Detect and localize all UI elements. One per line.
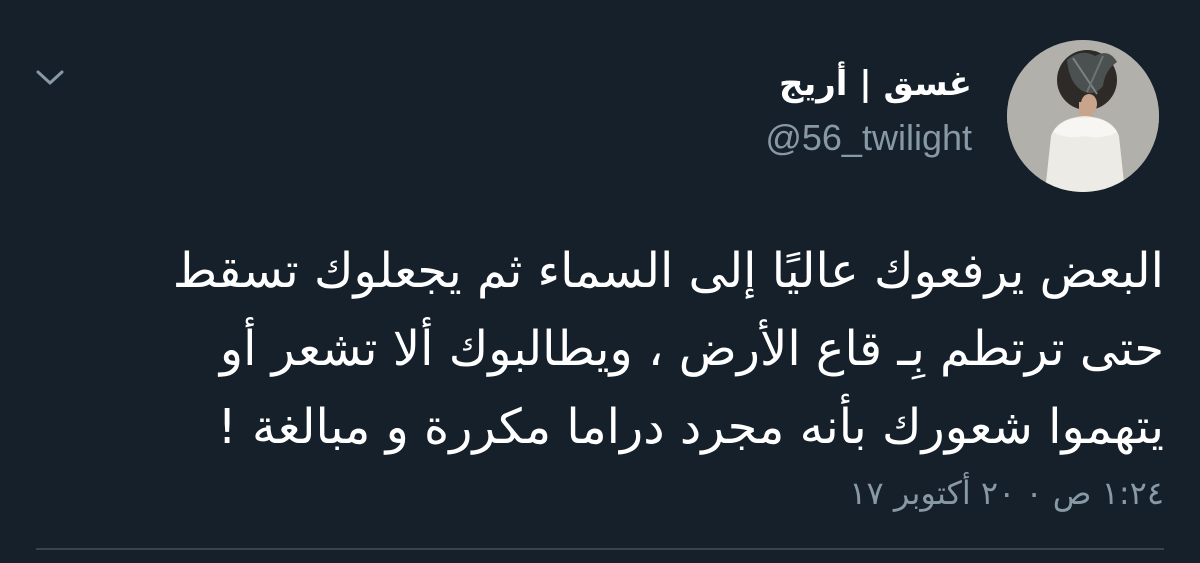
tweet-text-line: يتهموا شعورك بأنه مجرد دراما مكررة و مبا… bbox=[217, 399, 1164, 455]
tweet-text: البعض يرفعوك عاليًا إلى السماء ثم يجعلوك… bbox=[44, 232, 1164, 466]
author-display-name[interactable]: غسق | أريج bbox=[779, 64, 972, 105]
avatar[interactable] bbox=[1007, 40, 1159, 192]
divider bbox=[36, 548, 1164, 550]
profile-photo bbox=[1007, 40, 1159, 192]
tweet-text-line: حتى ترتطم بِـ قاع الأرض ، ويطالبوك ألا ت… bbox=[219, 321, 1164, 377]
author-handle[interactable]: @56_twilight bbox=[765, 116, 972, 159]
tweet-card: غسق | أريج @56_twilight البعض يرفعوك عال… bbox=[0, 0, 1200, 563]
tweet-menu-button[interactable] bbox=[30, 58, 70, 98]
chevron-down-icon bbox=[36, 70, 64, 85]
tweet-text-line: البعض يرفعوك عاليًا إلى السماء ثم يجعلوك… bbox=[172, 243, 1164, 299]
tweet-timestamp[interactable]: ١:٢٤ ص ٠ ٢٠ أكتوبر ١٧ bbox=[849, 474, 1164, 512]
